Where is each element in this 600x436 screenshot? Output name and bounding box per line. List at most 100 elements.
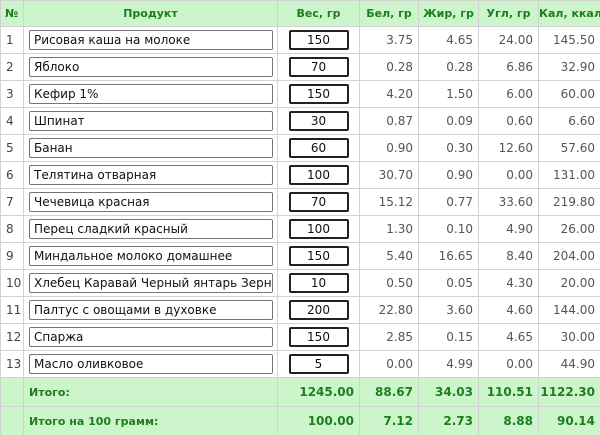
product-name-input[interactable]: Яблоко — [29, 57, 273, 77]
weight-input[interactable]: 150 — [289, 30, 349, 50]
carbs-value: 6.86 — [479, 54, 539, 81]
protein-value: 15.12 — [360, 189, 419, 216]
weight-cell: 100 — [278, 216, 360, 243]
product-name-input[interactable]: Банан — [29, 138, 273, 158]
row-index: 3 — [1, 81, 24, 108]
protein-value: 30.70 — [360, 162, 419, 189]
kcal-value: 20.00 — [539, 270, 600, 297]
fat-value: 16.65 — [419, 243, 479, 270]
row-index: 9 — [1, 243, 24, 270]
column-header-product: Продукт — [24, 1, 278, 27]
protein-value: 2.85 — [360, 324, 419, 351]
fat-value: 0.05 — [419, 270, 479, 297]
fat-value: 0.30 — [419, 135, 479, 162]
weight-input[interactable]: 70 — [289, 57, 349, 77]
fat-value: 0.10 — [419, 216, 479, 243]
product-name-input[interactable]: Перец сладкий красный — [29, 219, 273, 239]
fat-value: 4.65 — [419, 27, 479, 54]
weight-input[interactable]: 60 — [289, 138, 349, 158]
product-name-cell: Чечевица красная — [24, 189, 278, 216]
column-header-protein: Бел, гр — [360, 1, 419, 27]
fat-value: 0.90 — [419, 162, 479, 189]
weight-input[interactable]: 100 — [289, 219, 349, 239]
product-name-cell: Хлебец Каравай Черный янтарь Зерно и сол — [24, 270, 278, 297]
carbs-value: 0.00 — [479, 162, 539, 189]
per100-fat: 2.73 — [419, 407, 479, 436]
carbs-value: 4.30 — [479, 270, 539, 297]
kcal-value: 131.00 — [539, 162, 600, 189]
product-name-input[interactable]: Хлебец Каравай Черный янтарь Зерно и сол — [29, 273, 273, 293]
product-name-cell: Спаржа — [24, 324, 278, 351]
product-name-input[interactable]: Миндальное молоко домашнее — [29, 246, 273, 266]
total-label: Итого: — [24, 378, 278, 407]
table-row: 2Яблоко700.280.286.8632.90 — [1, 54, 600, 81]
carbs-value: 33.60 — [479, 189, 539, 216]
product-name-cell: Палтус с овощами в духовке — [24, 297, 278, 324]
table-row: 1Рисовая каша на молоке1503.754.6524.001… — [1, 27, 600, 54]
total-kcal: 1122.30 — [539, 378, 600, 407]
protein-value: 0.00 — [360, 351, 419, 378]
product-name-input[interactable]: Чечевица красная — [29, 192, 273, 212]
carbs-value: 4.65 — [479, 324, 539, 351]
product-name-input[interactable]: Спаржа — [29, 327, 273, 347]
weight-input[interactable]: 150 — [289, 246, 349, 266]
row-index: 1 — [1, 27, 24, 54]
table-row: 9Миндальное молоко домашнее1505.4016.658… — [1, 243, 600, 270]
weight-input[interactable]: 150 — [289, 327, 349, 347]
weight-input[interactable]: 70 — [289, 192, 349, 212]
product-name-cell: Банан — [24, 135, 278, 162]
kcal-value: 26.00 — [539, 216, 600, 243]
weight-cell: 70 — [278, 189, 360, 216]
product-name-input[interactable]: Шпинат — [29, 111, 273, 131]
carbs-value: 0.60 — [479, 108, 539, 135]
weight-input[interactable]: 10 — [289, 273, 349, 293]
product-name-input[interactable]: Телятина отварная — [29, 165, 273, 185]
carbs-value: 4.60 — [479, 297, 539, 324]
product-name-input[interactable]: Палтус с овощами в духовке — [29, 300, 273, 320]
weight-cell: 30 — [278, 108, 360, 135]
kcal-value: 57.60 — [539, 135, 600, 162]
weight-input[interactable]: 5 — [289, 354, 349, 374]
table-row: 13Масло оливковое50.004.990.0044.90 — [1, 351, 600, 378]
row-index: 11 — [1, 297, 24, 324]
fat-value: 0.77 — [419, 189, 479, 216]
weight-cell: 150 — [278, 324, 360, 351]
weight-input[interactable]: 200 — [289, 300, 349, 320]
kcal-value: 219.80 — [539, 189, 600, 216]
product-name-cell: Шпинат — [24, 108, 278, 135]
weight-input[interactable]: 100 — [289, 165, 349, 185]
kcal-value: 144.00 — [539, 297, 600, 324]
weight-cell: 60 — [278, 135, 360, 162]
fat-value: 0.28 — [419, 54, 479, 81]
weight-input[interactable]: 150 — [289, 84, 349, 104]
kcal-value: 30.00 — [539, 324, 600, 351]
total-row-spacer — [1, 378, 24, 407]
product-name-cell: Масло оливковое — [24, 351, 278, 378]
row-index: 5 — [1, 135, 24, 162]
total-fat: 34.03 — [419, 378, 479, 407]
table-row: 11Палтус с овощами в духовке20022.803.60… — [1, 297, 600, 324]
kcal-value: 145.50 — [539, 27, 600, 54]
carbs-value: 4.90 — [479, 216, 539, 243]
protein-value: 0.28 — [360, 54, 419, 81]
header-row: № Продукт Вес, гр Бел, гр Жир, гр Угл, г… — [1, 1, 600, 27]
table-row: 6Телятина отварная 100 30.700.900.00131.00 — [1, 162, 600, 189]
column-header-kcal: Кал, ккал — [539, 1, 600, 27]
per100-kcal: 90.14 — [539, 407, 600, 436]
product-name-input[interactable]: Рисовая каша на молоке — [29, 30, 273, 50]
protein-value: 0.87 — [360, 108, 419, 135]
product-name-cell: Кефир 1% — [24, 81, 278, 108]
row-index: 6 — [1, 162, 24, 189]
carbs-value: 6.00 — [479, 81, 539, 108]
per100-carbs: 8.88 — [479, 407, 539, 436]
carbs-value: 0.00 — [479, 351, 539, 378]
total-row: Итого: 1245.00 88.67 34.03 110.51 1122.3… — [1, 378, 600, 407]
kcal-value: 60.00 — [539, 81, 600, 108]
per100-row: Итого на 100 грамм: 100.00 7.12 2.73 8.8… — [1, 407, 600, 436]
product-name-input[interactable]: Кефир 1% — [29, 84, 273, 104]
kcal-value: 32.90 — [539, 54, 600, 81]
weight-input[interactable]: 30 — [289, 111, 349, 131]
protein-value: 0.90 — [360, 135, 419, 162]
product-name-input[interactable]: Масло оливковое — [29, 354, 273, 374]
table-row: 3Кефир 1%1504.201.506.0060.00 — [1, 81, 600, 108]
